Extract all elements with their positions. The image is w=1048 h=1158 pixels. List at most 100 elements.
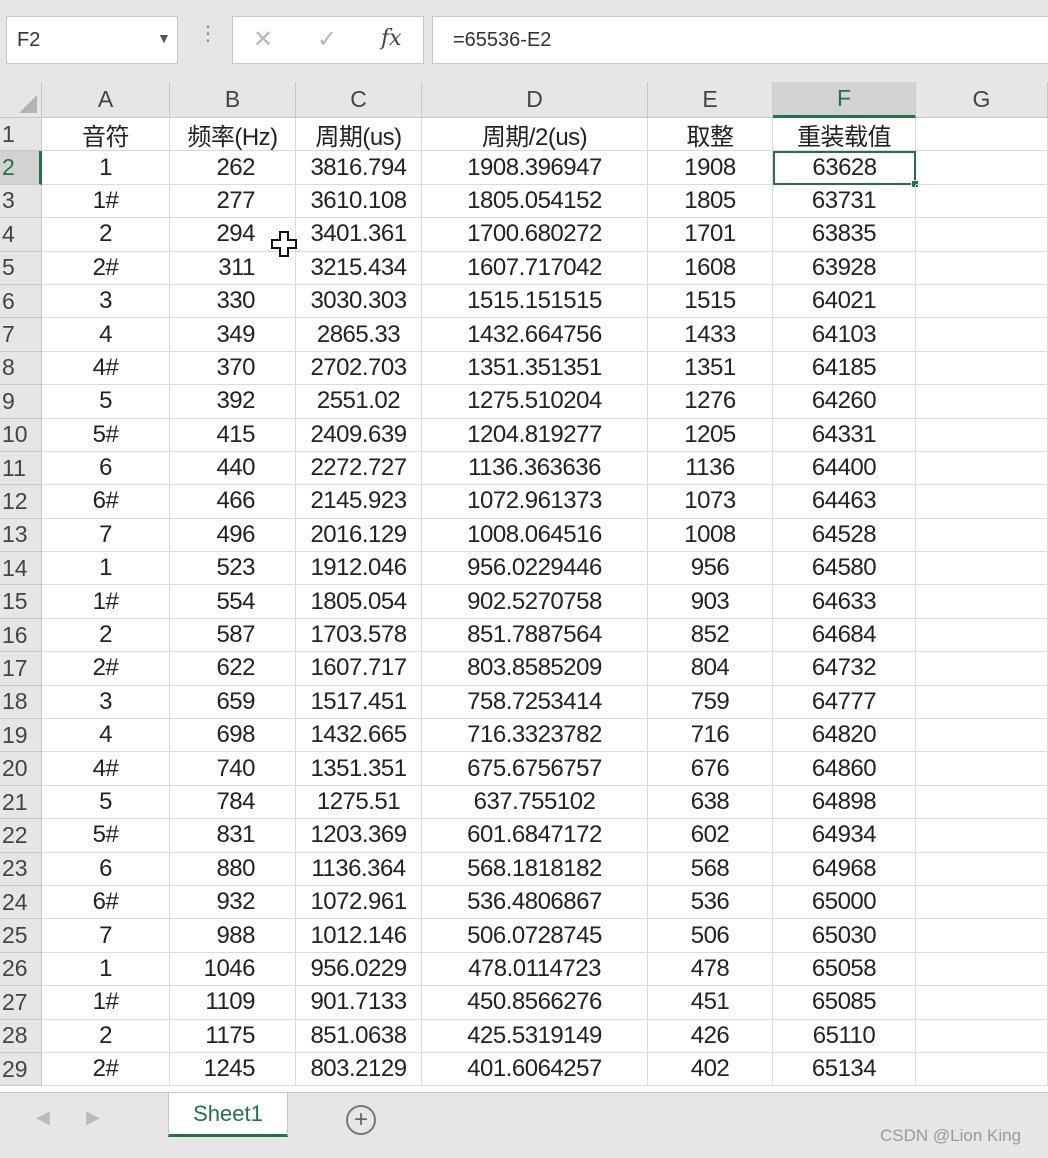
cell-d17[interactable]: 803.8585209 <box>422 652 648 686</box>
row-header[interactable]: 29 <box>0 1052 42 1087</box>
cell-f29[interactable]: 65134 <box>773 1052 916 1087</box>
cell-c11[interactable]: 2272.727 <box>296 451 422 486</box>
column-header-g[interactable]: G <box>916 82 1048 118</box>
row-header[interactable]: 7 <box>0 318 42 352</box>
cell-b9[interactable]: 392 <box>170 385 296 419</box>
cell-b21[interactable]: 784 <box>170 785 296 820</box>
cell-e27[interactable]: 451 <box>648 986 773 1020</box>
cell-c4[interactable]: 3401.361 <box>296 218 422 252</box>
cell-e17[interactable]: 804 <box>648 652 773 686</box>
cell-b12[interactable]: 466 <box>170 485 296 519</box>
cell-c8[interactable]: 2702.703 <box>296 351 422 386</box>
cell-f25[interactable]: 65030 <box>773 919 916 953</box>
row-header[interactable]: 25 <box>0 919 42 953</box>
cell-b13[interactable]: 496 <box>170 518 296 553</box>
cell-a21[interactable]: 5 <box>42 785 170 820</box>
cell-e15[interactable]: 903 <box>648 585 773 619</box>
row-header[interactable]: 11 <box>0 451 42 486</box>
cell-b17[interactable]: 622 <box>170 652 296 686</box>
cell-a27[interactable]: 1# <box>42 986 170 1020</box>
cell-e16[interactable]: 852 <box>648 618 773 653</box>
cell-e12[interactable]: 1073 <box>648 485 773 519</box>
formula-text[interactable]: =65536-E2 <box>453 29 551 52</box>
cell-c21[interactable]: 1275.51 <box>296 785 422 820</box>
cell-c29[interactable]: 803.2129 <box>296 1052 422 1087</box>
cell-g9[interactable] <box>916 385 1048 419</box>
cell-a29[interactable]: 2# <box>42 1052 170 1087</box>
cell-e21[interactable]: 638 <box>648 785 773 820</box>
cell-a14[interactable]: 1 <box>42 552 170 586</box>
chevron-down-icon[interactable]: ▼ <box>157 30 171 46</box>
cell-f6[interactable]: 64021 <box>773 284 916 319</box>
cell-b19[interactable]: 698 <box>170 719 296 753</box>
column-header-e[interactable]: E <box>648 82 773 118</box>
cell-g3[interactable] <box>916 184 1048 219</box>
cell-b7[interactable]: 349 <box>170 318 296 352</box>
cell-c6[interactable]: 3030.303 <box>296 284 422 319</box>
cell-b8[interactable]: 370 <box>170 351 296 386</box>
cell-d22[interactable]: 601.6847172 <box>422 819 648 853</box>
cell-d6[interactable]: 1515.151515 <box>422 284 648 319</box>
row-header[interactable]: 24 <box>0 885 42 920</box>
cell-g16[interactable] <box>916 618 1048 653</box>
cell-c9[interactable]: 2551.02 <box>296 385 422 419</box>
cell-g29[interactable] <box>916 1052 1048 1087</box>
cell-g10[interactable] <box>916 418 1048 452</box>
cell-g21[interactable] <box>916 785 1048 820</box>
cell-g19[interactable] <box>916 719 1048 753</box>
cell-d1[interactable]: 周期/2(us) <box>422 118 648 152</box>
cell-b6[interactable]: 330 <box>170 284 296 319</box>
cell-a6[interactable]: 3 <box>42 284 170 319</box>
cell-c12[interactable]: 2145.923 <box>296 485 422 519</box>
row-header[interactable]: 21 <box>0 785 42 820</box>
cell-f19[interactable]: 64820 <box>773 719 916 753</box>
cell-a11[interactable]: 6 <box>42 451 170 486</box>
cell-f16[interactable]: 64684 <box>773 618 916 653</box>
cell-g18[interactable] <box>916 685 1048 720</box>
cell-g27[interactable] <box>916 986 1048 1020</box>
cell-c25[interactable]: 1012.146 <box>296 919 422 953</box>
cell-d25[interactable]: 506.0728745 <box>422 919 648 953</box>
cell-d3[interactable]: 1805.054152 <box>422 184 648 219</box>
row-header[interactable]: 26 <box>0 952 42 987</box>
cell-b27[interactable]: 1109 <box>170 986 296 1020</box>
cell-d20[interactable]: 675.6756757 <box>422 752 648 786</box>
cell-a8[interactable]: 4# <box>42 351 170 386</box>
row-header[interactable]: 20 <box>0 752 42 786</box>
cell-c23[interactable]: 1136.364 <box>296 852 422 886</box>
cell-e22[interactable]: 602 <box>648 819 773 853</box>
row-header[interactable]: 13 <box>0 518 42 553</box>
cell-b3[interactable]: 277 <box>170 184 296 219</box>
row-header[interactable]: 15 <box>0 585 42 619</box>
row-header[interactable]: 2 <box>0 151 42 185</box>
cell-f8[interactable]: 64185 <box>773 351 916 386</box>
cell-e24[interactable]: 536 <box>648 885 773 920</box>
column-header-c[interactable]: C <box>296 82 422 118</box>
cell-c1[interactable]: 周期(us) <box>296 118 422 152</box>
enter-icon[interactable]: ✓ <box>317 25 337 54</box>
cell-e25[interactable]: 506 <box>648 919 773 953</box>
cell-d24[interactable]: 536.4806867 <box>422 885 648 920</box>
cell-b14[interactable]: 523 <box>170 552 296 586</box>
cell-e20[interactable]: 676 <box>648 752 773 786</box>
cell-c17[interactable]: 1607.717 <box>296 652 422 686</box>
cell-d23[interactable]: 568.1818182 <box>422 852 648 886</box>
row-header[interactable]: 17 <box>0 652 42 686</box>
cell-e1[interactable]: 取整 <box>648 118 773 152</box>
cell-f18[interactable]: 64777 <box>773 685 916 720</box>
cell-e19[interactable]: 716 <box>648 719 773 753</box>
cell-a9[interactable]: 5 <box>42 385 170 419</box>
cell-e11[interactable]: 1136 <box>648 451 773 486</box>
cell-b22[interactable]: 831 <box>170 819 296 853</box>
cell-g28[interactable] <box>916 1019 1048 1053</box>
cell-d16[interactable]: 851.7887564 <box>422 618 648 653</box>
cell-f21[interactable]: 64898 <box>773 785 916 820</box>
cell-e8[interactable]: 1351 <box>648 351 773 386</box>
cell-f13[interactable]: 64528 <box>773 518 916 553</box>
row-header[interactable]: 3 <box>0 184 42 219</box>
cell-a4[interactable]: 2 <box>42 218 170 252</box>
cell-d26[interactable]: 478.0114723 <box>422 952 648 987</box>
cell-a26[interactable]: 1 <box>42 952 170 987</box>
cell-b29[interactable]: 1245 <box>170 1052 296 1087</box>
cell-f17[interactable]: 64732 <box>773 652 916 686</box>
